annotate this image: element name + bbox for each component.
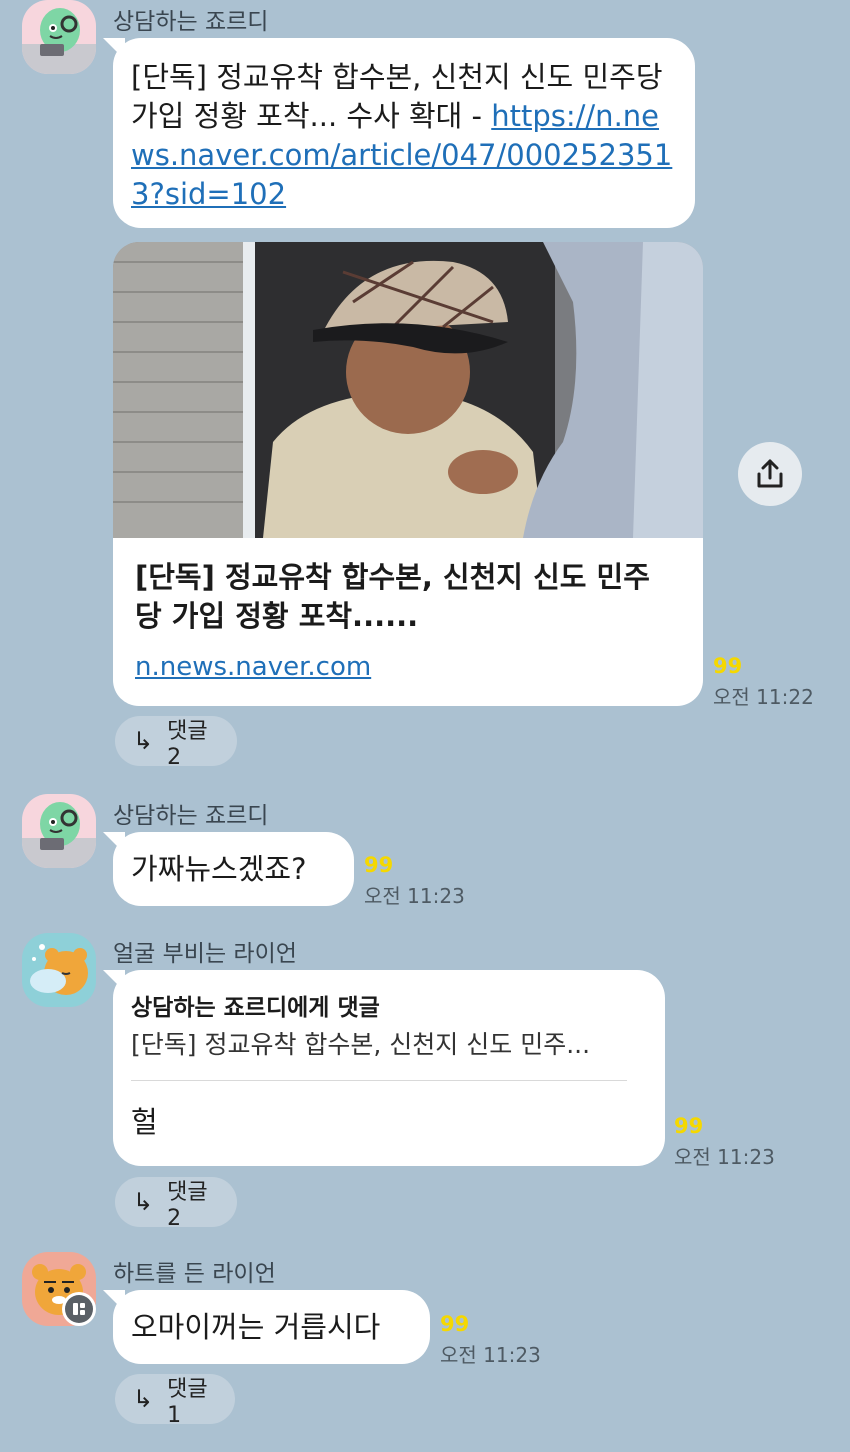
reply-thread-button[interactable]: ↳ 댓글 2: [115, 716, 237, 770]
profile-badge: [62, 1292, 96, 1326]
reply-count-label: 댓글 2: [167, 1179, 208, 1231]
jordy-avatar-image: [22, 802, 96, 868]
message-time: 오전 11:23: [674, 1145, 775, 1169]
bubble-tail: [103, 1290, 125, 1312]
bubble-tail: [103, 970, 125, 992]
bubble-tail: [103, 832, 125, 854]
message-text: 가짜뉴스겠죠?: [131, 851, 307, 886]
preview-image: [113, 242, 703, 538]
avatar-ryan-face-rub[interactable]: [22, 933, 96, 1007]
message-bubble[interactable]: 가짜뉴스겠죠?: [103, 832, 354, 906]
share-button[interactable]: [738, 442, 802, 506]
unread-count: 99: [713, 654, 743, 678]
avatar-jordy[interactable]: [22, 794, 96, 868]
share-icon: [757, 459, 783, 488]
reply-thread-button[interactable]: ↳ 댓글 2: [115, 1177, 237, 1231]
reply-count-label: 댓글 1: [167, 1376, 208, 1428]
message-time: 오전 11:22: [713, 685, 814, 709]
reply-arrow-icon: ↳: [133, 727, 154, 755]
quote-text: [단독] 정교유착 합수본, 신천지 신도 민주...: [131, 1030, 591, 1059]
reply-message-bubble[interactable]: 상담하는 죠르디에게 댓글 [단독] 정교유착 합수본, 신천지 신도 민주..…: [103, 970, 665, 1166]
message-text: 오마이꺼는 거릅시다: [131, 1309, 381, 1344]
message-bubble-link[interactable]: [단독] 정교유착 합수본, 신천지 신도 민주당 가입 정황 포착... 수사…: [103, 38, 695, 228]
message-text: [단독] 정교유착 합수본, 신천지 신도 민주당 가입 정황 포착... 수사…: [131, 58, 677, 214]
sender-name: 상담하는 죠르디: [113, 9, 269, 35]
message-bubble[interactable]: 오마이꺼는 거릅시다: [103, 1290, 430, 1364]
unread-count: 99: [440, 1312, 470, 1336]
link-preview-card[interactable]: [단독] 정교유착 합수본, 신천지 신도 민주당 가입 정황 포착......…: [113, 242, 703, 706]
sender-name: 얼굴 부비는 라이언: [113, 941, 297, 967]
preview-domain[interactable]: n.news.naver.com: [135, 652, 371, 682]
bubble-tail: [103, 38, 125, 60]
reply-arrow-icon: ↳: [133, 1188, 154, 1216]
message-time: 오전 11:23: [364, 884, 465, 908]
jordy-avatar-image: [22, 8, 96, 74]
quote-divider: [131, 1080, 627, 1081]
ryan-avatar-image: [30, 944, 88, 995]
reply-arrow-icon: ↳: [133, 1385, 154, 1413]
preview-title[interactable]: [단독] 정교유착 합수본, 신천지 신도 민주당 가입 정황 포착......: [135, 558, 675, 636]
unread-count: 99: [364, 853, 394, 877]
reply-thread-button[interactable]: ↳ 댓글 1: [115, 1374, 235, 1428]
message-text: 헐: [131, 1105, 158, 1139]
reply-count-label: 댓글 2: [167, 718, 208, 770]
message-time: 오전 11:23: [440, 1343, 541, 1367]
unread-count: 99: [674, 1114, 704, 1138]
avatar-jordy[interactable]: [22, 0, 96, 74]
quote-title[interactable]: 상담하는 죠르디에게 댓글: [131, 988, 380, 1022]
sender-name: 상담하는 죠르디: [113, 803, 269, 829]
grid-badge-icon: [65, 1295, 93, 1323]
sender-name: 하트를 든 라이언: [113, 1261, 276, 1287]
